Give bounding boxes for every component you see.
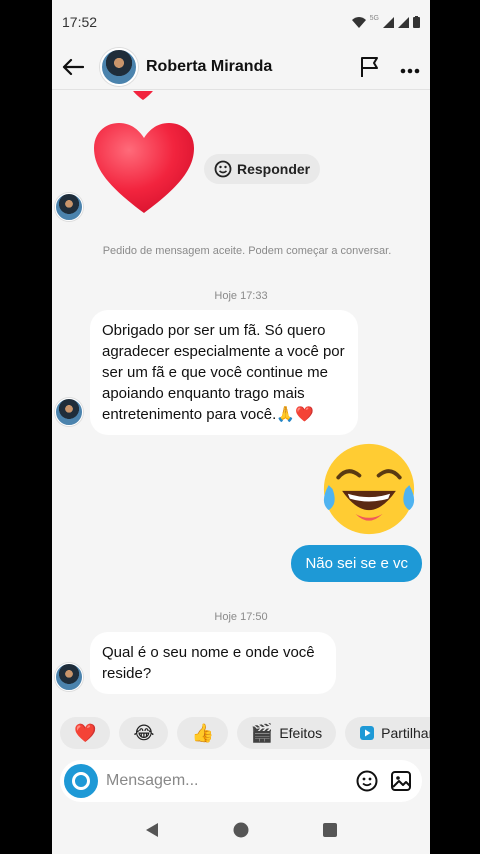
contact-name[interactable]: Roberta Miranda	[146, 58, 356, 76]
laughing-face-icon: 😂	[133, 722, 155, 743]
heart-emoji-small	[133, 91, 153, 100]
sticker-button[interactable]	[350, 764, 384, 798]
battery-icon	[413, 16, 420, 28]
share-post-label: Partilhar pub	[381, 725, 430, 741]
outgoing-message[interactable]: Não sei se e vc	[291, 545, 422, 582]
message-input[interactable]	[106, 772, 350, 790]
wifi-icon	[351, 16, 366, 28]
more-options-button[interactable]	[400, 54, 420, 80]
thumbs-up-icon: 👍	[191, 722, 214, 743]
quick-reactions-bar: ❤️ 😂 👍 🎬 Efeitos Partilhar pub	[52, 717, 430, 753]
sticker-icon	[356, 770, 378, 792]
message-composer	[60, 760, 422, 802]
heart-reaction-chip[interactable]: ❤️	[60, 717, 111, 749]
sender-avatar[interactable]	[55, 398, 83, 426]
more-icon	[400, 68, 420, 73]
home-circle-icon[interactable]	[233, 822, 249, 838]
recents-square-icon[interactable]	[322, 822, 338, 838]
sticker-icon	[214, 160, 232, 178]
arrow-left-icon	[62, 58, 85, 75]
flag-icon	[361, 56, 378, 77]
gallery-button[interactable]	[384, 764, 418, 798]
reply-label: Responder	[237, 161, 311, 177]
back-triangle-icon[interactable]	[144, 822, 160, 838]
sender-avatar[interactable]	[55, 663, 83, 691]
play-icon	[360, 726, 375, 740]
effects-icon: 🎬	[250, 722, 274, 743]
laughing-emoji-message[interactable]	[321, 441, 417, 537]
gallery-icon	[391, 771, 411, 791]
status-time: 17:52	[62, 14, 98, 30]
status-bar: 17:52 5G	[52, 0, 430, 44]
incoming-message[interactable]: Qual é o seu nome e onde você reside?	[90, 632, 336, 694]
incoming-message[interactable]: Obrigado por ser um fã. Só quero agradec…	[90, 310, 358, 435]
thumbs-up-reaction-chip[interactable]: 👍	[177, 717, 228, 749]
signal-icon-2	[398, 16, 409, 28]
back-button[interactable]	[62, 54, 90, 80]
message-thread[interactable]: Responder Pedido de mensagem aceite. Pod…	[52, 91, 430, 714]
network-label: 5G	[369, 14, 379, 22]
sender-avatar[interactable]	[55, 193, 83, 221]
reply-button[interactable]: Responder	[204, 154, 321, 184]
camera-button[interactable]	[64, 764, 98, 798]
share-post-chip[interactable]: Partilhar pub	[345, 717, 430, 749]
heart-icon: ❤️	[74, 722, 97, 743]
effects-chip[interactable]: 🎬 Efeitos	[236, 717, 337, 749]
effects-label: Efeitos	[279, 725, 323, 741]
timestamp: Hoje 17:33	[214, 290, 268, 302]
laugh-reaction-chip[interactable]: 😂	[119, 717, 169, 749]
heart-emoji-message[interactable]	[94, 123, 194, 215]
contact-avatar[interactable]	[100, 47, 138, 86]
request-accepted-notice: Pedido de mensagem aceite. Podem começar…	[102, 245, 392, 257]
status-icons: 5G	[351, 14, 420, 30]
camera-icon	[72, 772, 90, 790]
signal-icon	[383, 16, 394, 28]
timestamp: Hoje 17:50	[214, 611, 268, 623]
conversation-header: Roberta Miranda	[52, 44, 430, 90]
messenger-screen: 17:52 5G Roberta Miranda Responder Pedid…	[52, 0, 430, 854]
report-button[interactable]	[356, 53, 384, 81]
system-navigation-bar	[52, 806, 430, 854]
